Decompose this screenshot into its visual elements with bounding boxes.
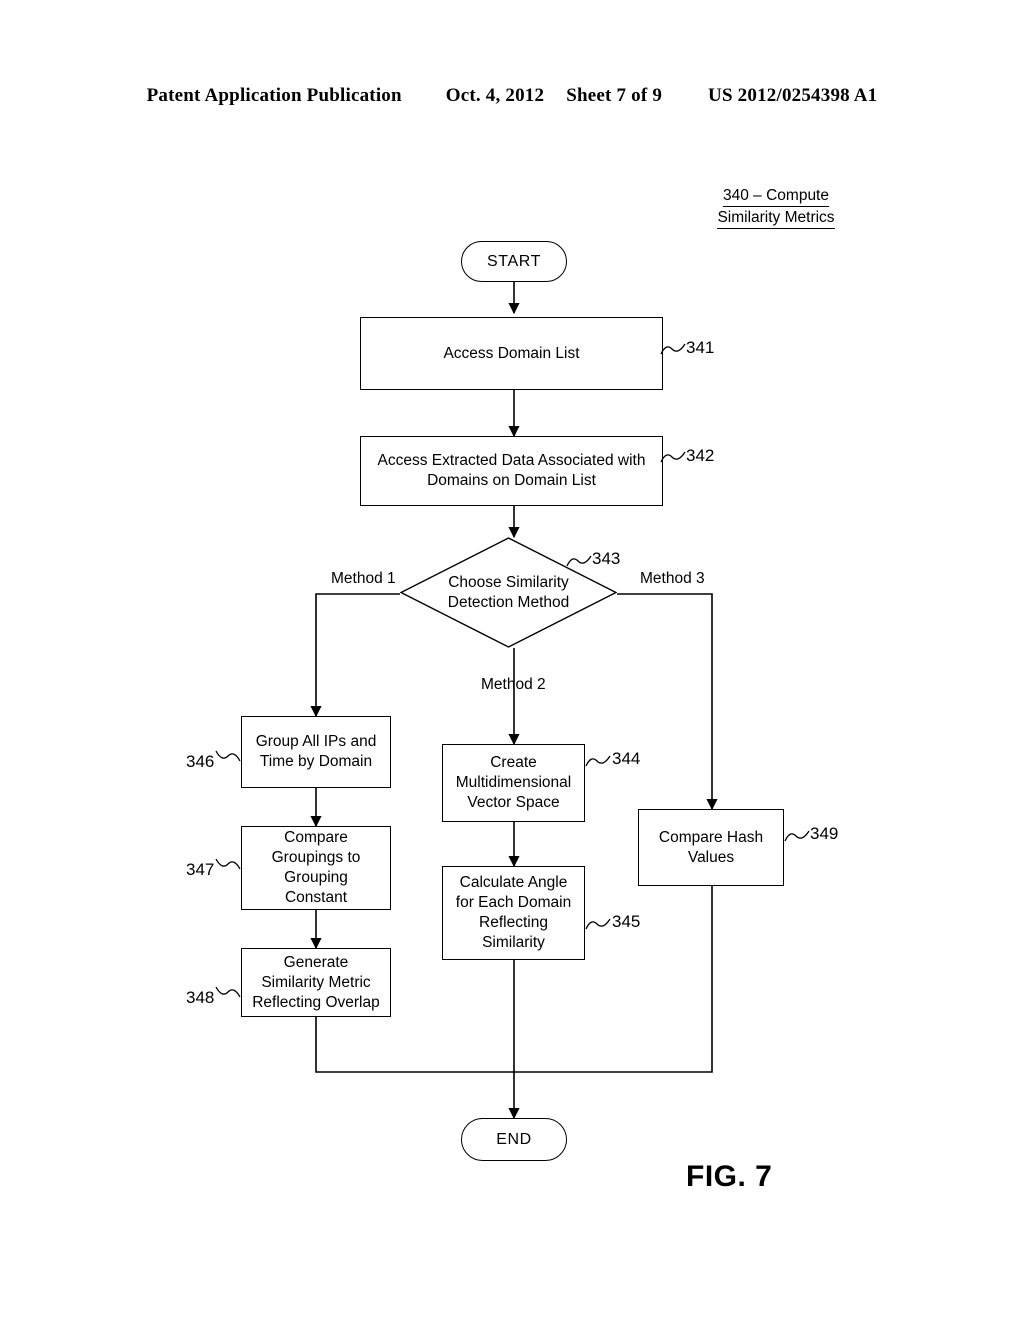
header-sheet: Sheet 7 of 9	[566, 85, 663, 106]
ref-number-342: 342	[686, 446, 715, 465]
figure-title-line1: 340 – Compute	[723, 185, 829, 207]
node-347-label-line1: Compare	[284, 829, 348, 846]
figure-title-line2: Similarity Metrics	[717, 207, 835, 229]
edge-label-method-1: Method 1	[331, 570, 396, 587]
node-346-label-line2: Time by Domain	[259, 753, 373, 770]
ref-number-343: 343	[592, 549, 621, 568]
header-patent-number: US 2012/0254398 A1	[708, 85, 878, 106]
node-348-generate-similarity-metric[interactable]: Generate Similarity Metric Reflecting Ov…	[241, 948, 391, 1017]
ref-number-346: 346	[186, 752, 215, 771]
node-349-compare-hash-values[interactable]: Compare Hash Values	[638, 809, 784, 886]
ref-number-349: 349	[810, 824, 839, 843]
leader-line-344	[585, 755, 611, 767]
leader-line-349	[784, 830, 810, 842]
figure-title: 340 – Compute Similarity Metrics	[676, 185, 876, 229]
node-341-label: Access Domain List	[443, 344, 580, 362]
node-341-access-domain-list[interactable]: Access Domain List	[360, 317, 663, 390]
node-344-label-line2: Multidimensional	[455, 774, 572, 791]
edge-343-to-346	[310, 593, 400, 718]
node-348-label-line1: Generate	[283, 953, 349, 971]
edge-label-method-3: Method 3	[640, 570, 705, 587]
node-348-label-line2: Similarity Metric	[261, 973, 371, 991]
end-label: END	[496, 1130, 532, 1148]
ref-number-348: 348	[186, 988, 215, 1007]
leader-line-347	[215, 858, 241, 870]
ref-number-345: 345	[612, 912, 641, 931]
ref-number-347: 347	[186, 860, 215, 879]
node-347-label-line2: Groupings to	[271, 849, 361, 866]
leader-line-346	[215, 750, 241, 762]
node-347-label-line3: Grouping	[284, 869, 348, 886]
node-345-label-line4: Similarity	[482, 934, 545, 951]
start-label: START	[487, 252, 541, 270]
node-342-label-line1: Access Extracted Data Associated with	[377, 452, 646, 469]
start-terminal[interactable]: START	[461, 241, 567, 282]
node-349-label-line1: Compare Hash	[658, 828, 764, 846]
node-342-access-extracted-data[interactable]: Access Extracted Data Associated with Do…	[360, 436, 663, 506]
node-345-calculate-angle[interactable]: Calculate Angle for Each Domain Reflecti…	[442, 866, 585, 960]
node-342-label-line2: Domains on Domain List	[427, 472, 596, 489]
node-344-create-vector-space[interactable]: Create Multidimensional Vector Space	[442, 744, 585, 822]
node-347-label-line4: Constant	[284, 889, 348, 906]
page-header: Patent Application Publication Oct. 4, 2…	[0, 85, 1024, 107]
leader-line-342	[660, 451, 686, 463]
node-346-label-line1: Group All IPs and	[255, 733, 377, 750]
node-343-label-line2: Detection Method	[447, 593, 570, 611]
node-345-label-line3: Reflecting	[479, 914, 548, 931]
node-344-label-line3: Vector Space	[467, 794, 560, 811]
leader-line-348	[215, 986, 241, 998]
header-date: Oct. 4, 2012	[445, 85, 545, 106]
node-343-label-line1: Choose Similarity	[448, 573, 569, 591]
leader-line-343	[566, 555, 592, 567]
ref-number-344: 344	[612, 749, 641, 768]
node-348-label-line3: Reflecting Overlap	[252, 993, 380, 1011]
node-344-label-line1: Create	[490, 754, 537, 771]
ref-number-341: 341	[686, 338, 715, 357]
edge-343-to-349	[617, 593, 718, 811]
node-345-label-line2: for Each Domain	[455, 894, 572, 911]
header-publication: Patent Application Publication	[146, 85, 402, 106]
node-345-label-line1: Calculate Angle	[459, 874, 568, 891]
edge-348-to-rail	[315, 1017, 514, 1073]
node-347-compare-groupings[interactable]: Compare Groupings to Grouping Constant	[241, 826, 391, 910]
leader-line-341	[660, 343, 686, 355]
end-terminal[interactable]: END	[461, 1118, 567, 1161]
node-346-group-all-ips[interactable]: Group All IPs and Time by Domain	[241, 716, 391, 788]
figure-caption: FIG. 7	[686, 1160, 773, 1193]
node-349-label-line2: Values	[687, 848, 735, 866]
leader-line-345	[585, 918, 611, 930]
edge-label-method-2: Method 2	[481, 676, 546, 693]
